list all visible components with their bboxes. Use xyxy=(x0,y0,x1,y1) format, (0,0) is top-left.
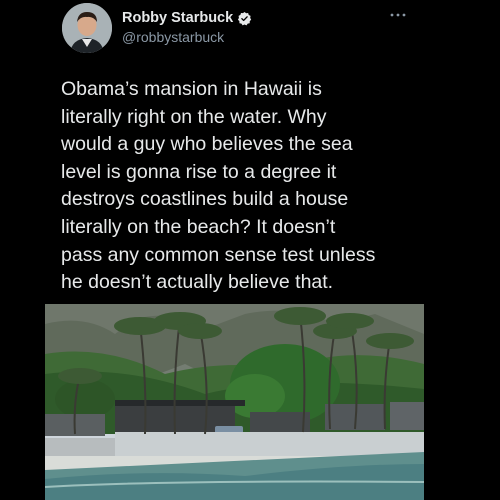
avatar[interactable] xyxy=(62,3,112,53)
author-handle[interactable]: @robbystarbuck xyxy=(122,29,224,45)
tweet-photo[interactable] xyxy=(45,304,424,500)
verified-badge-icon xyxy=(238,11,252,25)
author-name[interactable]: Robby Starbuck xyxy=(122,10,233,26)
tweet-text: Obama’s mansion in Hawaii is literally r… xyxy=(61,78,376,294)
author-name-row: Robby Starbuck xyxy=(122,10,252,26)
more-options-icon[interactable] xyxy=(388,8,408,22)
